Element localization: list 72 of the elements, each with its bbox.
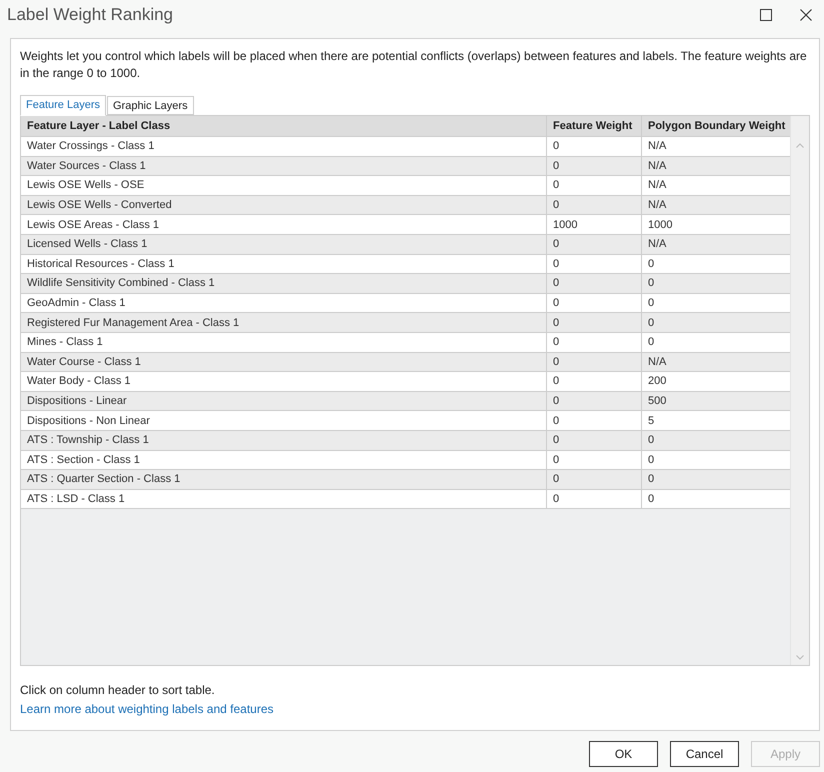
table-cell-text: N/A [647,139,668,154]
window-title: Label Weight Ranking [7,5,174,25]
table-cell: 0 [547,234,642,254]
table-cell: Licensed Wells - Class 1 [21,234,547,254]
table-cell-text: N/A [647,354,668,370]
table-cell-text: 0 [647,316,656,331]
table-cell: ATS : Section - Class 1 [21,450,547,470]
tab[interactable]: Graphic Layers [106,96,194,115]
table-cell: ATS : LSD - Class 1 [21,490,547,508]
tab[interactable]: Feature Layers [20,95,106,116]
table-cell: 0 [547,313,642,332]
column-header[interactable]: Feature Layer - Label Class [21,116,547,136]
close-icon[interactable] [800,9,812,21]
table-cell: 0 [547,196,642,214]
table-cell-text: 0 [647,433,656,448]
table-cell: Mines - Class 1 [21,332,547,352]
table-cell: Lewis OSE Wells - Converted [21,196,547,214]
table-cell: 0 [547,392,642,410]
table-cell: Dispositions - Non Linear [21,411,547,430]
table-cell-text: N/A [647,178,668,194]
table-cell: ATS : Quarter Section - Class 1 [21,470,547,489]
table-cell-text: 0 [647,335,656,350]
table-cell-text: 0 [647,296,656,312]
table-cell: 0 [547,156,642,176]
table-cell: Registered Fur Management Area - Class 1 [21,313,547,332]
table-cell: 0 [547,294,642,312]
column-header[interactable]: Polygon Boundary Weight [642,116,790,136]
table-cell-text: N/A [647,237,668,252]
table-cell-text: 0 [647,452,656,468]
table-cell: Water Body - Class 1 [21,372,547,391]
description-text: Weights let you control which labels will be placed when there are potential conflicts (overlaps) between features and labels. The feature weights are in the range 0 to 1000. [20,48,808,82]
table-cell: 0 [547,176,642,195]
table-cell-text: 0 [647,492,656,507]
dialog-button[interactable]: Cancel [670,741,739,767]
scroll-up-icon[interactable] [796,143,804,148]
table-cell: Historical Resources - Class 1 [21,254,547,274]
table-cell: ATS : Township - Class 1 [21,430,547,450]
column-header[interactable]: Feature Weight [547,116,642,136]
table-cell: Wildlife Sensitivity Combined - Class 1 [21,274,547,293]
table-cell: 0 [547,470,642,489]
scroll-down-icon[interactable] [796,655,804,660]
table-cell-text: 5 [647,414,656,429]
table-cell: 0 [547,137,642,156]
table-cell: 0 [547,430,642,450]
table-cell: 0 [547,274,642,293]
table-cell: 0 [547,490,642,508]
table-cell: Water Crossings - Class 1 [21,137,547,156]
table-cell-text: N/A [647,158,668,174]
table-cell-text: 200 [647,374,668,390]
dialog-button[interactable]: OK [589,741,658,767]
table-cell: GeoAdmin - Class 1 [21,294,547,312]
maximize-icon[interactable] [760,9,772,21]
table-cell-text: 0 [647,472,656,488]
table-cell: 0 [547,332,642,352]
table-cell: 0 [547,254,642,274]
table-cell-text: 500 [647,394,668,410]
table-cell: Water Sources - Class 1 [21,156,547,176]
table-cell: Lewis OSE Areas - Class 1 [21,215,547,234]
table-cell-text: 1000 [647,218,674,233]
table-cell: 0 [547,352,642,372]
table-cell-text: 0 [647,276,656,292]
table-cell-text: 0 [647,256,656,272]
table-cell: Dispositions - Linear [21,392,547,410]
table-cell: 0 [547,450,642,470]
table-cell: 1000 [547,215,642,234]
table-cell: Lewis OSE Wells - OSE [21,176,547,195]
help-link[interactable]: Learn more about weighting labels and features [20,702,274,716]
table-cell: Water Course - Class 1 [21,352,547,372]
table-cell: 0 [547,372,642,391]
table-cell-text: N/A [647,198,668,214]
hint-text: Click on column header to sort table. [20,683,216,697]
table-cell: 0 [547,411,642,430]
